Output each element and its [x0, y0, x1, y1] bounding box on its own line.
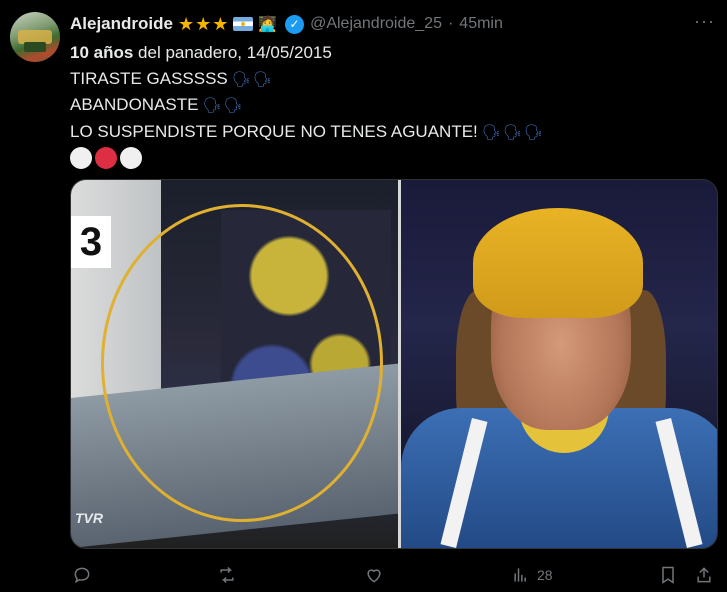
portrait-beanie [473, 208, 643, 318]
more-options-icon[interactable]: ··· [694, 11, 715, 32]
author-avatar[interactable] [10, 12, 60, 62]
like-button[interactable] [364, 565, 384, 585]
post-line-1-rest: del panadero, 14/05/2015 [133, 43, 332, 62]
author-name[interactable]: Alejandroide [70, 14, 173, 34]
color-circles [70, 147, 710, 169]
share-button[interactable] [694, 565, 714, 585]
repost-button[interactable] [217, 565, 237, 585]
tv-logo: TVR [75, 510, 103, 526]
avatar-shape [24, 42, 46, 52]
post-line-1: 10 años del panadero, 14/05/2015 [70, 40, 710, 66]
technologist-icon: 🧑‍💻 [258, 16, 278, 33]
media-image-left[interactable]: 3 TVR [71, 180, 398, 548]
post-line-4-text: LO SUSPENDISTE PORQUE NO TENES AGUANTE! [70, 121, 478, 141]
stand-number: 3 [71, 216, 111, 268]
post-line-2: TIRASTE GASSSSS 🗣🗣 [70, 66, 710, 93]
argentina-flag-icon [233, 17, 254, 31]
verified-badge-icon[interactable]: ✓ [285, 14, 305, 34]
views-count: 28 [537, 567, 553, 583]
repost-icon [220, 566, 234, 584]
separator-dot: · [447, 15, 454, 32]
views-icon [514, 568, 526, 582]
bookmark-button[interactable] [658, 565, 678, 585]
share-icon [697, 567, 711, 583]
speaking-head-icon: 🗣🗣 [202, 97, 245, 114]
white-circle-icon [120, 147, 142, 169]
speaking-head-icon: 🗣🗣 [231, 70, 274, 88]
post-line-3: ABANDONASTE 🗣🗣 [70, 92, 710, 119]
star-badges-icon: ★★★ [177, 13, 230, 34]
post-line-3-text: ABANDONASTE [70, 95, 199, 114]
author-handle[interactable]: @Alejandroide_25 [310, 15, 442, 33]
reply-icon [74, 567, 90, 584]
post-line-2-text: TIRASTE GASSSSS [70, 68, 228, 88]
post-line-4: LO SUSPENDISTE PORQUE NO TENES AGUANTE! 🗣… [70, 119, 710, 146]
post-date-highlight: 10 años [70, 43, 134, 62]
reply-button[interactable] [72, 565, 92, 585]
post-timestamp[interactable]: 45min [459, 15, 503, 33]
bookmark-icon [662, 566, 674, 584]
red-circle-icon [95, 147, 117, 169]
post-header: Alejandroide ★★★ 🧑‍💻 ✓ @Alejandroide_25 … [70, 13, 503, 35]
heart-icon [367, 569, 381, 583]
views-button[interactable]: 28 [511, 565, 553, 585]
media-image-right[interactable] [401, 180, 717, 548]
post-text: 10 años del panadero, 14/05/2015 TIRASTE… [70, 40, 710, 169]
highlight-ellipse [101, 204, 383, 522]
white-circle-icon [70, 147, 92, 169]
post-actions: 28 [70, 565, 715, 589]
speaking-head-icon: 🗣🗣🗣 [481, 123, 545, 141]
post-media[interactable]: 3 TVR [70, 179, 718, 549]
